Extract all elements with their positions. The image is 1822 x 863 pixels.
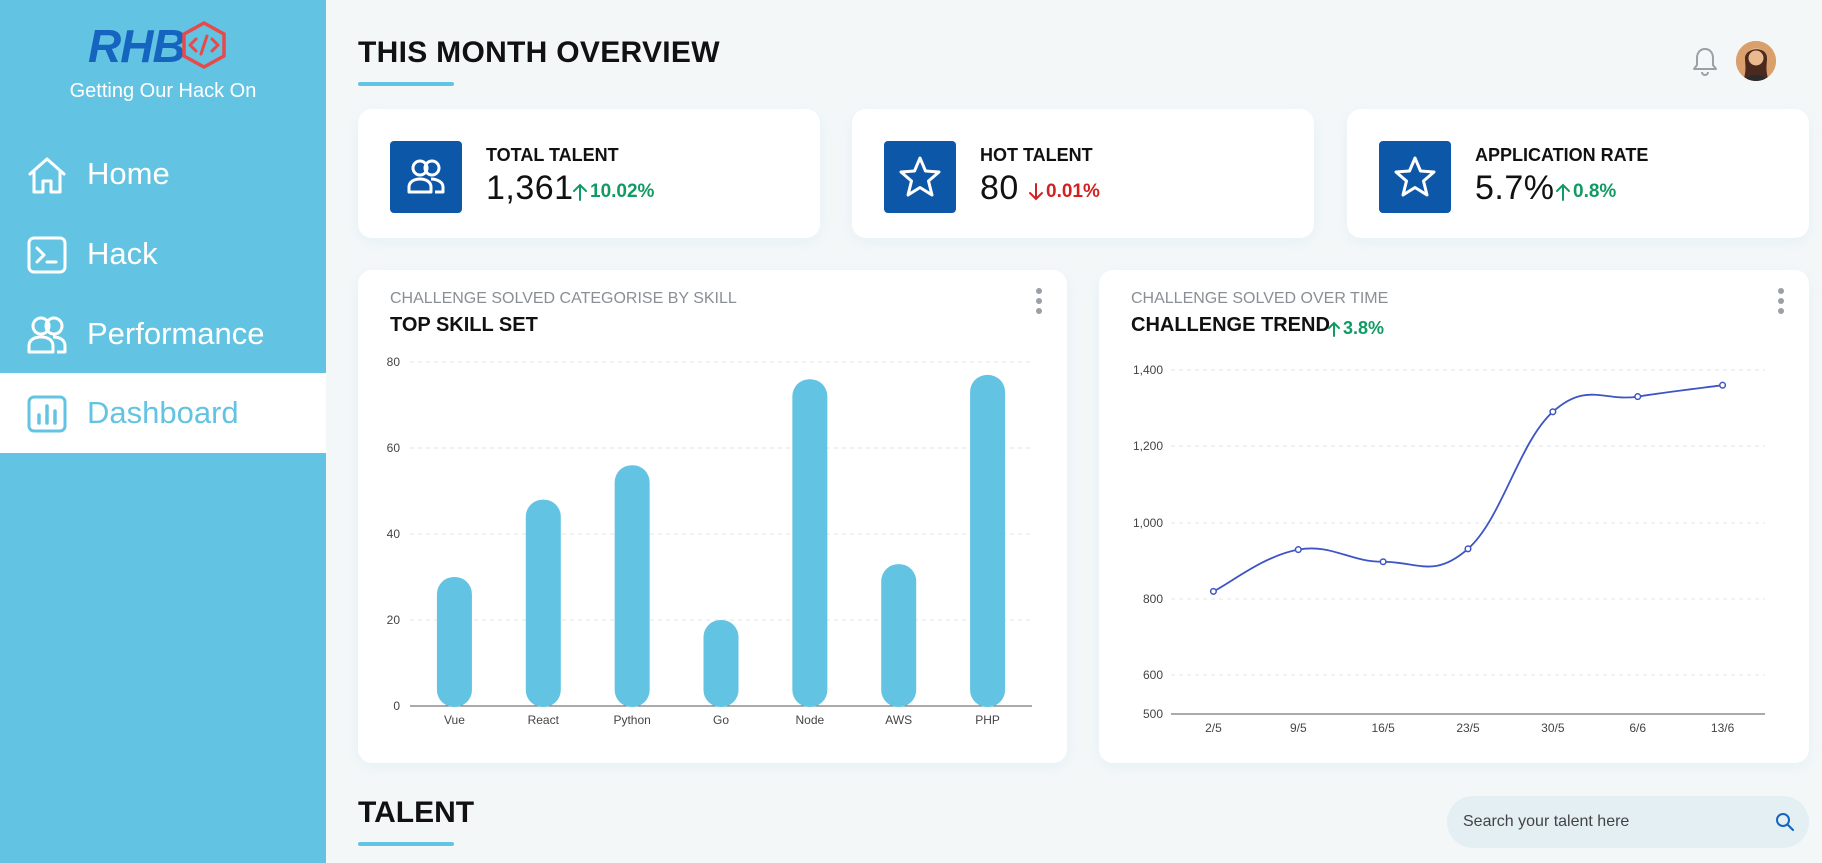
stat-value: 1,361 (486, 169, 574, 207)
stat-value: 5.7% (1475, 169, 1555, 207)
page-title: THIS MONTH OVERVIEW (358, 36, 720, 69)
y-tick-label: 1,000 (1133, 516, 1163, 530)
data-point[interactable] (1719, 381, 1727, 389)
y-tick-label: 20 (387, 613, 401, 627)
stat-change-value: 0.8% (1573, 181, 1617, 202)
avatar-image (1736, 41, 1776, 81)
stat-icon-box (1379, 141, 1451, 213)
y-tick-label: 80 (387, 355, 401, 369)
title-underline (358, 82, 454, 86)
stat-change: 0.01% (1028, 181, 1100, 203)
stat-value: 80 (980, 169, 1019, 207)
bar[interactable] (436, 577, 472, 707)
y-tick-label: 600 (1143, 668, 1163, 682)
star-icon (1394, 156, 1436, 197)
bell-icon[interactable] (1692, 46, 1718, 76)
y-tick-label: 500 (1143, 707, 1163, 721)
bar[interactable] (792, 379, 828, 707)
y-tick-label: 0 (393, 699, 400, 713)
data-point[interactable] (1379, 558, 1387, 566)
chart-card-top-skill-set: CHALLENGE SOLVED CATEGORISE BY SKILL TOP… (358, 270, 1067, 763)
sidebar: RHB Getting Our Hack On Home Hack Perfor… (0, 0, 326, 863)
x-tick-label: React (528, 713, 560, 727)
y-tick-label: 1,400 (1133, 363, 1163, 377)
bar[interactable] (525, 499, 561, 707)
chart-card-challenge-trend: CHALLENGE SOLVED OVER TIME CHALLENGE TRE… (1099, 270, 1809, 763)
stat-card-total-talent: TOTAL TALENT 1,361 10.02% (358, 109, 820, 238)
x-tick-label: Vue (444, 713, 465, 727)
stat-change: 0.8% (1555, 181, 1616, 203)
sidebar-item-hack[interactable]: Hack (0, 214, 326, 294)
series-line (1213, 384, 1723, 593)
bar[interactable] (970, 374, 1006, 707)
bar[interactable] (703, 620, 739, 707)
x-tick-label: 16/5 (1371, 721, 1395, 735)
y-tick-label: 1,200 (1133, 439, 1163, 453)
x-tick-label: 6/6 (1629, 721, 1646, 735)
search-icon[interactable] (1775, 812, 1795, 832)
stat-label: HOT TALENT (980, 145, 1093, 165)
stat-change-value: 0.01% (1046, 181, 1100, 202)
section-title-talent: TALENT (358, 796, 475, 829)
data-point[interactable] (1294, 546, 1302, 554)
code-hexagon-icon (182, 21, 226, 69)
bar-chart-icon (27, 395, 67, 433)
stat-card-application-rate: APPLICATION RATE 5.7% 0.8% (1347, 109, 1809, 238)
sidebar-item-dashboard[interactable]: Dashboard (0, 373, 326, 453)
terminal-icon (27, 236, 67, 274)
arrow-down-icon (1029, 183, 1043, 201)
search-input[interactable] (1463, 796, 1763, 848)
x-tick-label: 9/5 (1290, 721, 1307, 735)
y-tick-label: 40 (387, 527, 401, 541)
talent-search[interactable] (1447, 796, 1809, 848)
arrow-up-icon (1556, 183, 1570, 201)
tagline: Getting Our Hack On (69, 80, 257, 102)
x-tick-label: 13/6 (1711, 721, 1735, 735)
data-point[interactable] (1464, 545, 1472, 553)
data-point[interactable] (1634, 393, 1642, 401)
x-tick-label: 2/5 (1205, 721, 1222, 735)
line-chart: 500 600 800 1,000 1,200 1,400 2/5 9/5 16/5 23/5 30… (1133, 363, 1765, 735)
stat-label: TOTAL TALENT (486, 145, 619, 165)
title-underline (358, 842, 454, 846)
x-tick-label: 30/5 (1541, 721, 1565, 735)
x-tick-label: PHP (975, 713, 1000, 727)
avatar[interactable] (1736, 41, 1776, 81)
bar[interactable] (881, 564, 917, 707)
data-point[interactable] (1209, 587, 1217, 595)
arrow-up-icon (573, 183, 587, 201)
logo-text: RHB (88, 20, 186, 72)
stat-card-hot-talent: HOT TALENT 80 0.01% (852, 109, 1314, 238)
x-tick-label: AWS (885, 713, 912, 727)
x-tick-label: Go (713, 713, 729, 727)
stat-label: APPLICATION RATE (1475, 145, 1649, 165)
y-tick-label: 60 (387, 441, 401, 455)
sidebar-item-label: Performance (87, 316, 265, 351)
stat-change-value: 10.02% (590, 181, 655, 202)
stat-icon-box (390, 141, 462, 213)
home-icon (28, 157, 66, 194)
bar-chart: 0 20 40 60 80 Vue React Python Go Node AWS PHP (387, 355, 1032, 727)
sidebar-item-home[interactable]: Home (0, 134, 326, 214)
sidebar-item-label: Home (87, 156, 170, 191)
stat-change: 10.02% (572, 181, 654, 203)
users-icon (27, 316, 67, 354)
sidebar-item-performance[interactable]: Performance (0, 294, 326, 374)
x-tick-label: 23/5 (1456, 721, 1480, 735)
bar[interactable] (614, 465, 650, 707)
stat-icon-box (884, 141, 956, 213)
data-point[interactable] (1549, 408, 1557, 416)
star-icon (899, 156, 941, 197)
rhb-logo[interactable]: RHB (88, 20, 228, 72)
x-tick-label: Python (613, 713, 650, 727)
x-tick-label: Node (796, 713, 825, 727)
users-icon (407, 159, 445, 194)
sidebar-item-label: Dashboard (87, 395, 239, 430)
sidebar-item-label: Hack (87, 236, 158, 271)
y-tick-label: 800 (1143, 592, 1163, 606)
